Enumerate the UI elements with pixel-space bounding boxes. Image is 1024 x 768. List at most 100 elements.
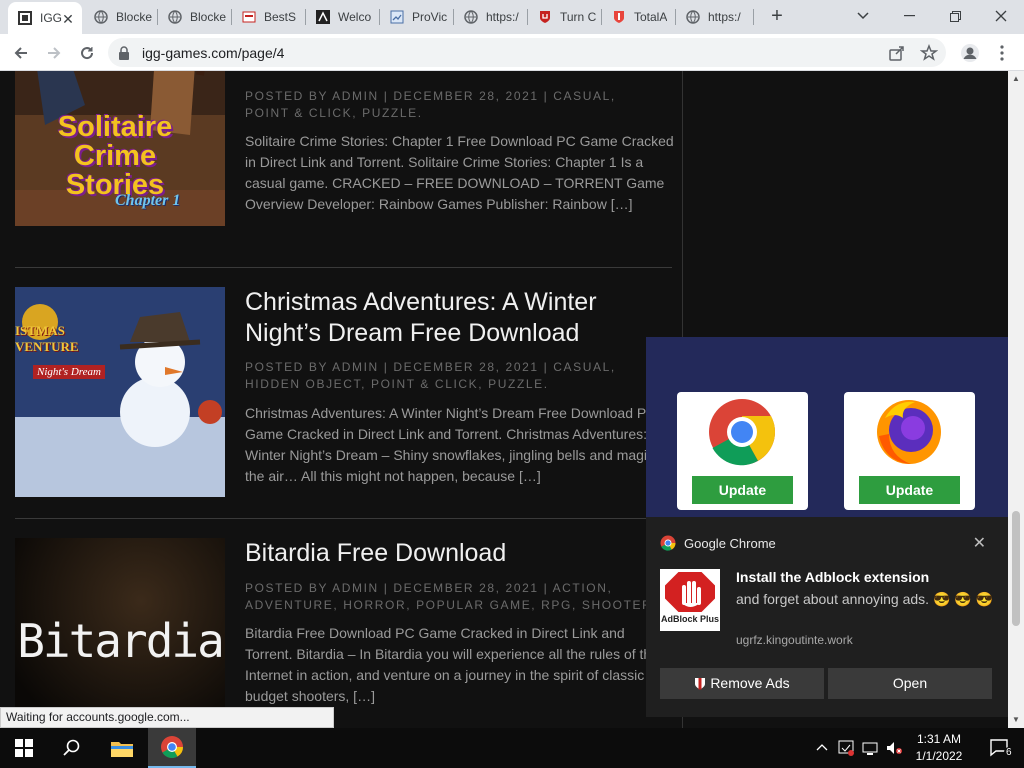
globe-icon	[168, 10, 182, 24]
chrome-update-card[interactable]: Update	[677, 392, 808, 510]
new-tab-button[interactable]: +	[766, 5, 788, 27]
post-divider	[15, 518, 672, 519]
post-meta: POSTED BY ADMIN | DECEMBER 28, 2021 | AC…	[245, 581, 658, 612]
tab-title: Blocke	[190, 10, 227, 24]
tab-https-1[interactable]: https:/	[454, 0, 528, 34]
post-title[interactable]: Christmas Adventures: A Winter Night’s D…	[245, 287, 665, 349]
shield-red-icon	[538, 10, 552, 24]
tray-chevron-up-icon[interactable]	[816, 740, 828, 754]
tab-separator	[753, 9, 754, 25]
bookmark-star-icon[interactable]	[919, 43, 939, 62]
notification-count-badge: 6	[1004, 747, 1014, 758]
loading-status: Waiting for accounts.google.com...	[0, 707, 334, 728]
post-excerpt: Bitardia Free Download PC Game Cracked i…	[245, 625, 674, 704]
profile-avatar-icon[interactable]	[958, 41, 982, 65]
remove-ads-button[interactable]: Remove Ads	[660, 668, 824, 699]
scroll-down-arrow-icon[interactable]: ▼	[1012, 715, 1020, 724]
chrome-notification-toast[interactable]: Google Chrome ✕ AdBlock Plus Install the…	[646, 517, 1008, 717]
windows-start-icon[interactable]	[0, 728, 48, 768]
close-window-button[interactable]	[978, 0, 1024, 32]
totalav-shield-icon	[612, 10, 626, 24]
security-tray-icon[interactable]	[838, 740, 854, 759]
thumb-title-text: Solitaire Crime Stories	[57, 111, 173, 201]
provic-favicon-icon	[390, 10, 404, 24]
adblock-plus-logo: AdBlock Plus	[660, 569, 720, 631]
action-center-icon[interactable]: 6	[976, 728, 1024, 768]
volume-muted-icon[interactable]	[886, 740, 902, 759]
post-divider	[15, 267, 672, 268]
tab-provic[interactable]: ProVic	[380, 0, 454, 34]
tab-title: https:/	[708, 10, 741, 24]
tab-bests[interactable]: BestS	[232, 0, 306, 34]
post-meta: POSTED BY ADMIN | DECEMBER 28, 2021 | CA…	[245, 89, 616, 120]
thumb-title-text: Bitardia	[17, 614, 225, 668]
url-text: igg-games.com/page/4	[142, 45, 285, 61]
page-scrollbar[interactable]: ▲ ▼	[1008, 71, 1024, 728]
back-button[interactable]	[9, 41, 33, 65]
firefox-update-button[interactable]: Update	[859, 476, 960, 504]
thumb-subtitle-text: Night's Dream	[33, 365, 105, 379]
tab-turn[interactable]: Turn C	[528, 0, 602, 34]
notification-source: ugrfz.kingoutinte.work	[736, 633, 853, 647]
shield-icon	[695, 678, 706, 690]
network-tray-icon[interactable]	[862, 740, 878, 759]
tab-title: Blocke	[116, 10, 153, 24]
igg-favicon-icon	[18, 11, 32, 25]
notification-headline: Install the Adblock extension	[736, 569, 930, 585]
tab-blocked-1[interactable]: Blocke	[84, 0, 158, 34]
minimize-button[interactable]	[886, 0, 932, 32]
notification-body: and forget about annoying ads. 😎 😎 😎	[736, 589, 996, 609]
scrollbar-thumb[interactable]	[1012, 511, 1020, 626]
tab-blocked-2[interactable]: Blocke	[158, 0, 232, 34]
chrome-logo-icon	[709, 399, 776, 466]
firefox-logo-icon	[877, 400, 941, 464]
lock-icon[interactable]	[118, 46, 130, 65]
firefox-update-card[interactable]: Update	[844, 392, 975, 510]
tab-search-chevron-icon[interactable]	[840, 0, 886, 32]
sunglasses-emoji: 😎 😎 😎	[932, 591, 994, 607]
remove-ads-label: Remove Ads	[710, 675, 790, 691]
globe-icon	[464, 10, 478, 24]
bests-favicon-icon	[242, 10, 256, 24]
post-thumbnail[interactable]: Bitardia	[15, 538, 225, 728]
tab-title: BestS	[264, 10, 297, 24]
tab-title: IGG	[40, 11, 63, 25]
address-bar[interactable]: igg-games.com/page/4	[108, 38, 946, 67]
tab-title: Welco	[338, 10, 372, 24]
chrome-update-button[interactable]: Update	[692, 476, 793, 504]
share-icon[interactable]	[888, 44, 906, 62]
post-title[interactable]: Bitardia Free Download	[245, 538, 665, 569]
globe-icon	[686, 10, 700, 24]
tab-igg[interactable]: IGG ✕	[8, 2, 82, 34]
restore-button[interactable]	[932, 0, 978, 32]
adblock-stop-hand-icon	[663, 570, 717, 614]
forward-button[interactable]	[42, 41, 66, 65]
thumb-subtitle-text: Chapter 1	[115, 192, 181, 209]
notification-app-name: Google Chrome	[684, 536, 776, 551]
tab-title: https:/	[486, 10, 519, 24]
menu-kebab-icon[interactable]	[990, 41, 1014, 65]
system-clock[interactable]: 1:31 AM 1/1/2022	[904, 731, 974, 765]
tab-title: Turn C	[560, 10, 597, 24]
open-button[interactable]: Open	[828, 668, 992, 699]
post-thumbnail[interactable]: Solitaire Crime Stories Chapter 1	[15, 71, 225, 226]
scroll-up-arrow-icon[interactable]: ▲	[1012, 74, 1020, 83]
reload-button[interactable]	[75, 41, 99, 65]
chrome-taskbar-icon[interactable]	[148, 728, 196, 768]
adblock-plus-label: AdBlock Plus	[660, 614, 719, 624]
thumb-title-text: ISTMAS VENTURE	[15, 323, 79, 354]
search-icon[interactable]	[48, 728, 96, 768]
tab-title: ProVic	[412, 10, 448, 24]
tab-welcome[interactable]: Welco	[306, 0, 380, 34]
notification-close-icon[interactable]: ✕	[973, 533, 986, 553]
file-explorer-icon[interactable]	[98, 728, 146, 768]
chrome-small-icon	[660, 535, 676, 551]
clock-date: 1/1/2022	[915, 749, 963, 763]
tab-close-icon[interactable]: ✕	[60, 11, 76, 27]
tab-https-2[interactable]: https:/	[676, 0, 754, 34]
welcome-favicon-icon	[316, 10, 330, 24]
windows-taskbar: 1:31 AM 1/1/2022 6	[0, 728, 1024, 768]
post-thumbnail[interactable]: ISTMAS VENTURE Night's Dream	[15, 287, 225, 497]
tab-totala[interactable]: TotalA	[602, 0, 676, 34]
globe-icon	[94, 10, 108, 24]
